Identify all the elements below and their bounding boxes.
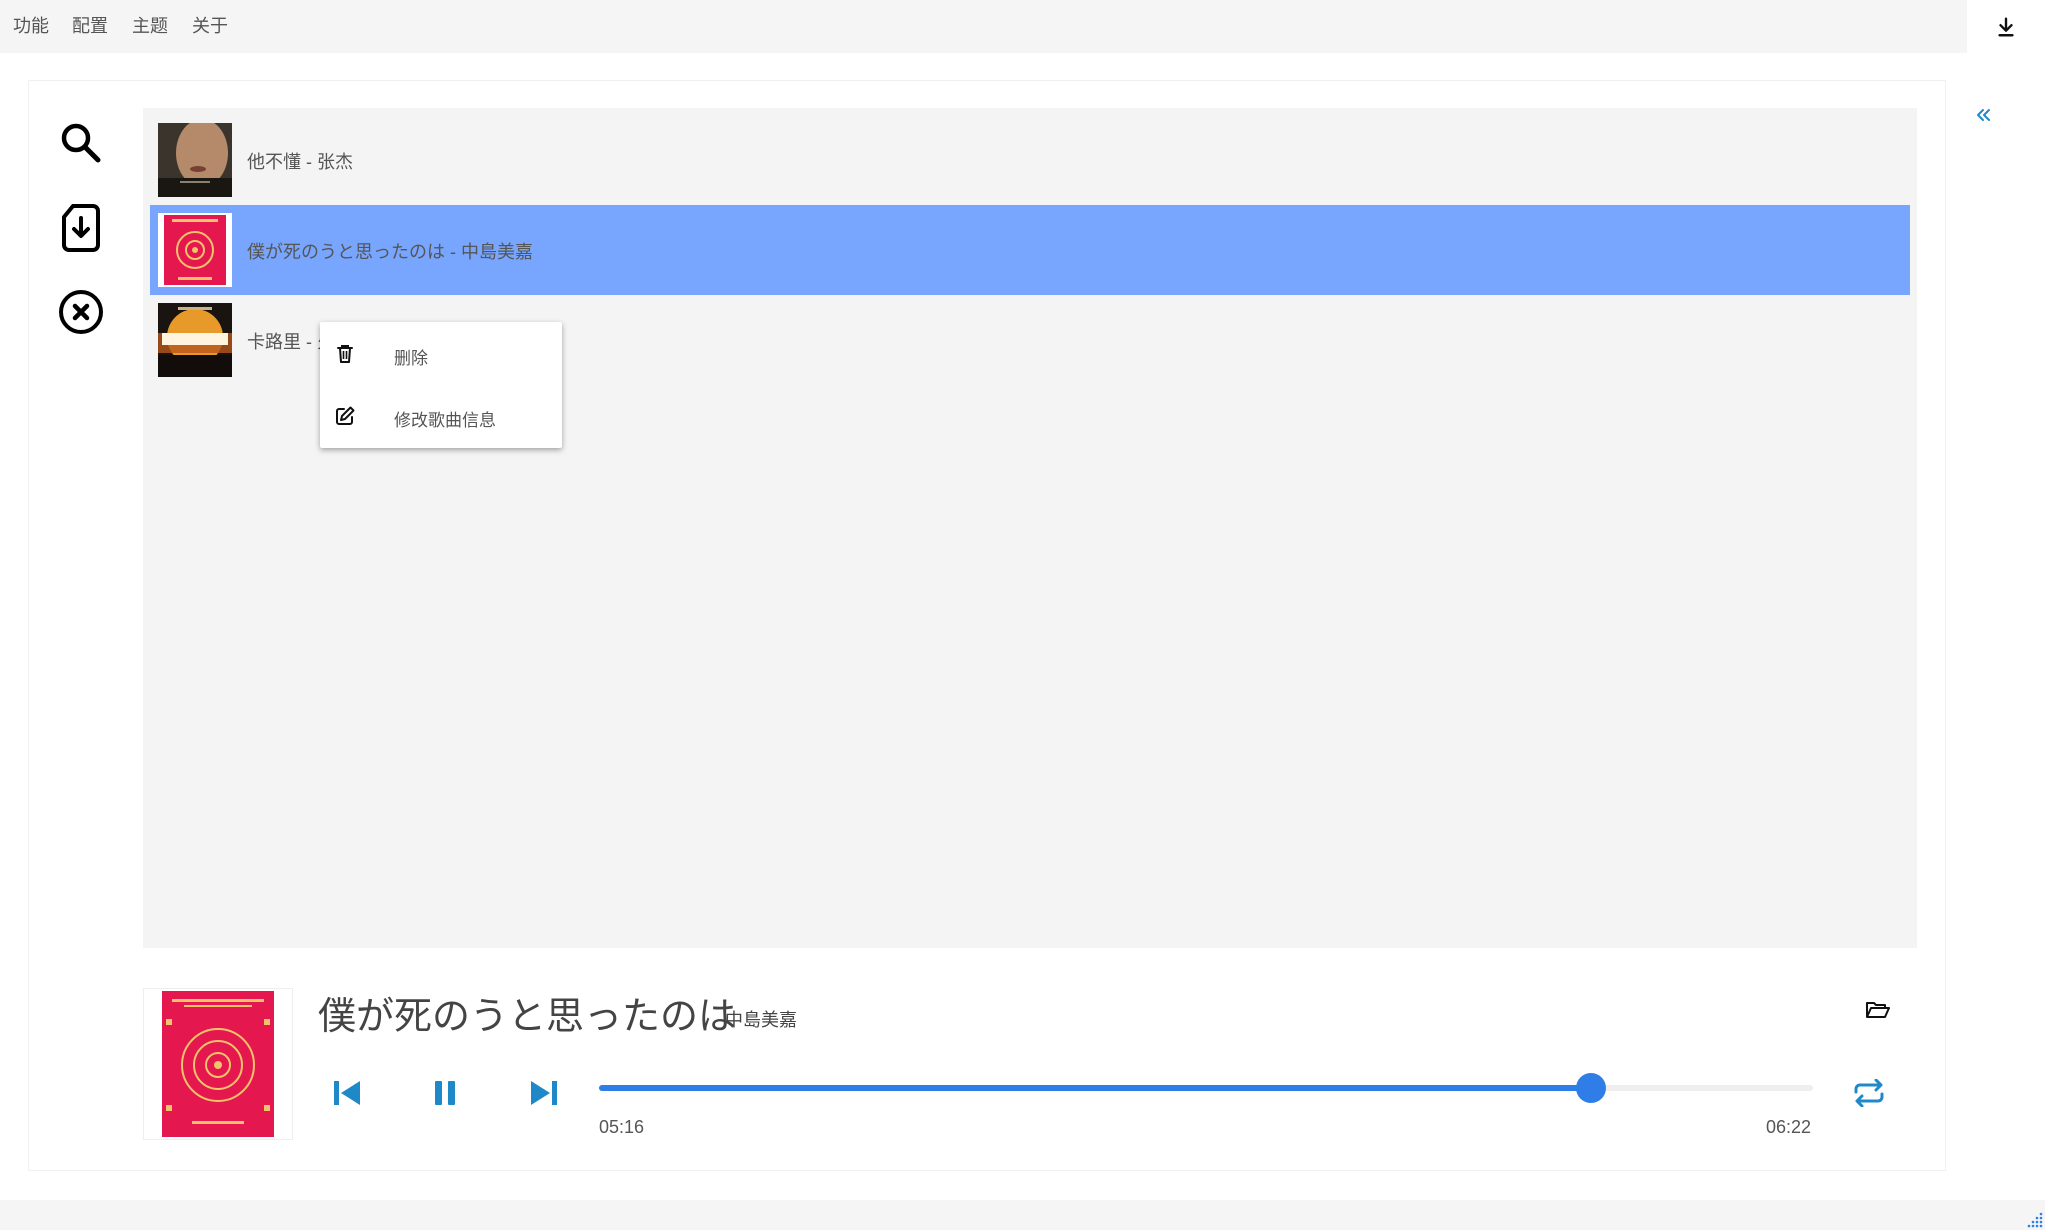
song-item-selected[interactable]: 僕が死のうと思ったのは - 中島美嘉 — [150, 205, 1910, 295]
song-title: 他不懂 - 张杰 — [247, 152, 353, 172]
import-file-button[interactable] — [53, 200, 109, 256]
edit-icon — [336, 406, 355, 425]
current-time: 05:16 — [599, 1117, 645, 1137]
pause-button[interactable] — [421, 1069, 469, 1117]
skip-next-icon — [531, 1081, 557, 1105]
now-playing-cover — [143, 988, 293, 1140]
song-item[interactable]: 他不懂 - 张杰 — [150, 115, 1910, 205]
double-chevron-left-icon — [1977, 109, 1990, 121]
status-bar — [0, 1200, 2045, 1230]
delete-label: 删除 — [394, 349, 428, 368]
album-cover — [158, 303, 232, 377]
download-icon — [1998, 17, 2014, 36]
playlist: 他不懂 - 张杰 僕が死のうと思ったのは - 中島美嘉 卡路里 - — [143, 108, 1917, 948]
edit-song-info-label: 修改歌曲信息 — [394, 411, 496, 430]
menu-item-about[interactable]: 关于 — [192, 12, 228, 38]
resize-grip-icon[interactable] — [2023, 1208, 2043, 1228]
menu-item-function[interactable]: 功能 — [13, 12, 49, 38]
now-playing-artist: 中島美嘉 — [725, 1010, 797, 1030]
repeat-button[interactable] — [1845, 1069, 1893, 1117]
folder-open-icon — [1866, 1002, 1890, 1018]
collapse-panel-button[interactable] — [1975, 100, 1999, 128]
skip-previous-icon — [334, 1081, 360, 1105]
repeat-icon — [1854, 1079, 1884, 1107]
pause-icon — [435, 1081, 455, 1105]
import-file-icon — [62, 204, 100, 252]
search-button[interactable] — [53, 115, 109, 171]
delete-menu-item[interactable]: 删除 — [320, 324, 562, 384]
now-playing-title: 僕が死のうと思ったのは — [318, 996, 737, 1038]
song-title: 僕が死のうと思ったのは - 中島美嘉 — [247, 242, 533, 262]
download-button[interactable] — [1967, 0, 2045, 53]
menu-bar: 功能 配置 主题 关于 — [0, 0, 2045, 53]
total-time: 06:22 — [1766, 1117, 1812, 1137]
edit-song-info-menu-item[interactable]: 修改歌曲信息 — [320, 386, 562, 446]
previous-button[interactable] — [323, 1069, 371, 1117]
progress-fill — [599, 1085, 1591, 1091]
next-button[interactable] — [520, 1069, 568, 1117]
menu-item-config[interactable]: 配置 — [72, 12, 108, 38]
context-menu: 删除 修改歌曲信息 — [320, 322, 562, 448]
progress-handle[interactable] — [1575, 1073, 1606, 1103]
open-folder-button[interactable] — [1854, 986, 1902, 1034]
trash-icon — [337, 345, 353, 363]
album-cover — [158, 123, 232, 197]
close-circle-icon — [59, 290, 103, 334]
menu-item-theme[interactable]: 主题 — [132, 12, 168, 38]
progress-slider[interactable] — [599, 1073, 1813, 1103]
album-cover — [158, 213, 232, 287]
search-icon — [61, 123, 101, 163]
clear-playlist-button[interactable] — [53, 284, 109, 340]
